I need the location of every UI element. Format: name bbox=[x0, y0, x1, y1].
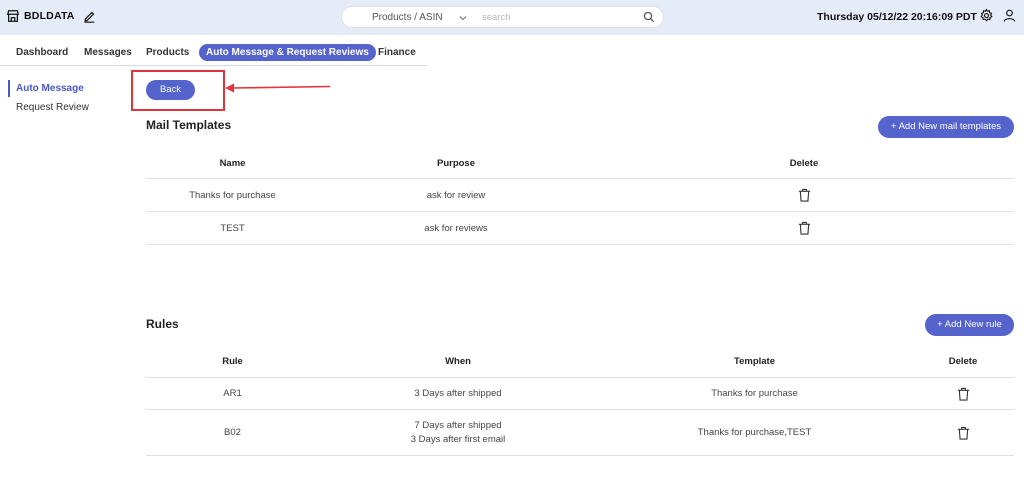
search-scope-select[interactable]: Products / ASIN bbox=[372, 12, 443, 23]
trash-icon[interactable] bbox=[798, 188, 811, 202]
mail-templates-table: Name Purpose Delete Thanks for purchase … bbox=[146, 148, 1014, 245]
rule-when-line: 3 Days after shipped bbox=[414, 388, 502, 399]
delete-cell bbox=[696, 179, 912, 211]
delete-cell bbox=[696, 212, 912, 244]
tab-finance[interactable]: Finance bbox=[378, 44, 416, 61]
main-tabs: Dashboard Messages Products Auto Message… bbox=[0, 40, 427, 66]
rule-name: B02 bbox=[224, 427, 241, 438]
rule-when: 7 Days after shipped 3 Days after first … bbox=[319, 410, 597, 455]
rule-template: Thanks for purchase bbox=[711, 388, 798, 399]
rules-title: Rules bbox=[146, 317, 179, 331]
table-row: TEST ask for reviews bbox=[146, 212, 1014, 245]
rule-template: Thanks for purchase,TEST bbox=[697, 427, 812, 438]
table-header: Rule When Template Delete bbox=[146, 346, 1014, 378]
column-header-template: Template bbox=[733, 356, 775, 367]
top-bar: BDLDATA Products / ASIN search Thursday … bbox=[0, 0, 1024, 35]
trash-icon[interactable] bbox=[798, 221, 811, 235]
search-input[interactable]: search bbox=[482, 12, 511, 23]
column-header-rule: Rule bbox=[222, 356, 243, 367]
back-button[interactable]: Back bbox=[146, 80, 195, 100]
template-name: Thanks for purchase bbox=[189, 189, 276, 201]
delete-cell bbox=[912, 378, 1014, 409]
rule-when-line: 7 Days after shipped bbox=[414, 419, 502, 431]
column-header-delete: Delete bbox=[948, 356, 978, 367]
user-icon[interactable] bbox=[1002, 8, 1017, 23]
mail-templates-title: Mail Templates bbox=[146, 118, 232, 132]
template-name: TEST bbox=[220, 222, 245, 234]
rule-when: 3 Days after shipped bbox=[319, 378, 597, 409]
trash-icon[interactable] bbox=[957, 387, 970, 401]
template-purpose: ask for reviews bbox=[424, 222, 488, 234]
rules-table: Rule When Template Delete AR1 3 Days aft… bbox=[146, 346, 1014, 456]
tab-auto-message-request-reviews[interactable]: Auto Message & Request Reviews bbox=[199, 44, 376, 61]
tab-dashboard[interactable]: Dashboard bbox=[16, 44, 68, 61]
search-icon[interactable] bbox=[643, 11, 655, 23]
trash-icon[interactable] bbox=[957, 426, 970, 440]
table-row: B02 7 Days after shipped 3 Days after fi… bbox=[146, 410, 1014, 456]
template-purpose: ask for review bbox=[426, 189, 486, 201]
sidebar-item-request-review[interactable]: Request Review bbox=[8, 99, 89, 116]
column-header-delete: Delete bbox=[789, 157, 819, 169]
add-rule-button[interactable]: + Add New rule bbox=[925, 314, 1014, 336]
table-row: AR1 3 Days after shipped Thanks for purc… bbox=[146, 378, 1014, 410]
gear-icon[interactable] bbox=[979, 8, 994, 23]
rule-when-line: 3 Days after first email bbox=[410, 433, 506, 445]
table-row: Thanks for purchase ask for review bbox=[146, 179, 1014, 212]
column-header-when: When bbox=[445, 356, 471, 367]
tab-products[interactable]: Products bbox=[146, 44, 189, 61]
sidebar: Auto Message Request Review bbox=[8, 80, 89, 118]
annotation-arrow bbox=[225, 83, 330, 93]
column-header-name: Name bbox=[219, 157, 246, 169]
brand-name: BDLDATA bbox=[24, 10, 75, 22]
brand: BDLDATA bbox=[6, 9, 96, 23]
delete-cell bbox=[912, 410, 1014, 455]
tab-messages[interactable]: Messages bbox=[84, 44, 132, 61]
column-header-purpose: Purpose bbox=[436, 157, 475, 169]
chevron-down-icon[interactable] bbox=[458, 13, 468, 23]
store-icon bbox=[6, 9, 20, 23]
datetime: Thursday 05/12/22 20:16:09 PDT bbox=[817, 11, 977, 23]
sidebar-item-auto-message[interactable]: Auto Message bbox=[8, 80, 89, 97]
search-bar[interactable]: Products / ASIN search bbox=[341, 6, 664, 28]
rule-name: AR1 bbox=[223, 388, 242, 399]
edit-icon[interactable] bbox=[79, 10, 96, 23]
table-header: Name Purpose Delete bbox=[146, 148, 1014, 179]
add-mail-template-button[interactable]: + Add New mail templates bbox=[878, 116, 1014, 138]
